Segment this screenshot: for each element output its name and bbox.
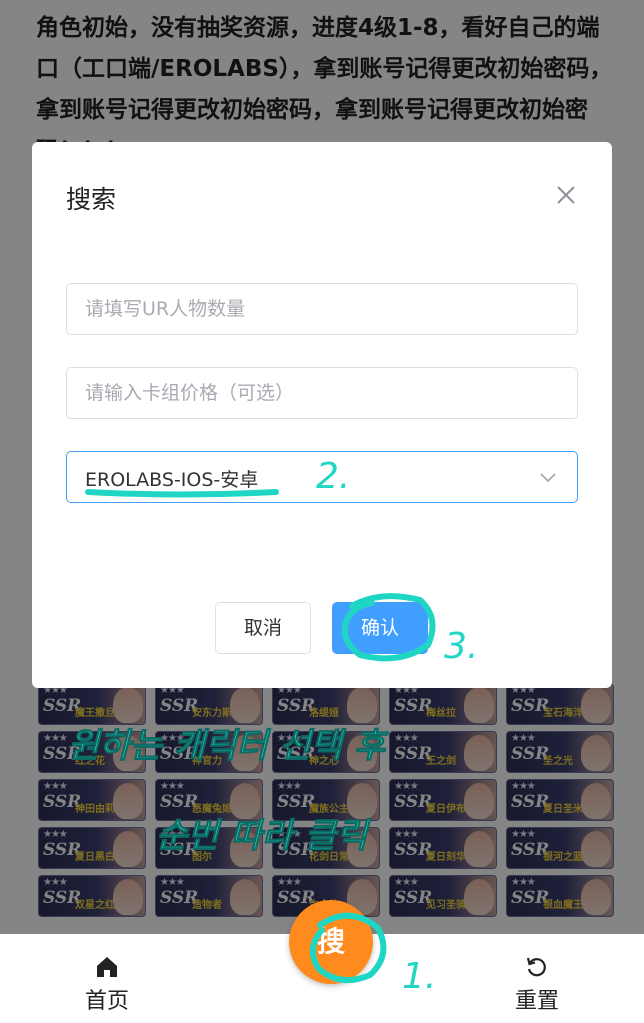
platform-select-value: EROLABS-IOS-安卓 (85, 469, 259, 491)
confirm-button[interactable]: 确认 (332, 602, 428, 654)
annotation-step-1: 1. (402, 956, 437, 997)
annotation-line-1: 원하는 캐릭터 선택 후 (67, 726, 386, 767)
cancel-button[interactable]: 取消 (215, 602, 311, 654)
nav-home-label: 首页 (84, 989, 129, 1014)
search-fab-button[interactable]: 搜 (289, 900, 373, 984)
annotation-step-2: 2. (316, 456, 351, 497)
annotation-line-2: 순번 따라 클릭 (155, 816, 368, 857)
chevron-down-icon (537, 466, 559, 488)
price-input[interactable] (66, 367, 578, 419)
annotation-step-3: 3. (444, 626, 479, 667)
dialog-title: 搜索 (66, 185, 117, 214)
search-fab-label: 搜 (316, 925, 345, 958)
ur-count-input[interactable] (66, 283, 578, 335)
search-dialog: 搜索 EROLABS-IOS-安卓 取消 确认 (32, 142, 612, 688)
nav-reset-label: 重置 (514, 989, 559, 1014)
nav-home[interactable]: 首页 (57, 954, 157, 1015)
close-icon[interactable] (551, 180, 581, 210)
refresh-icon (487, 954, 587, 980)
home-icon (57, 954, 157, 980)
nav-reset[interactable]: 重置 (487, 954, 587, 1015)
